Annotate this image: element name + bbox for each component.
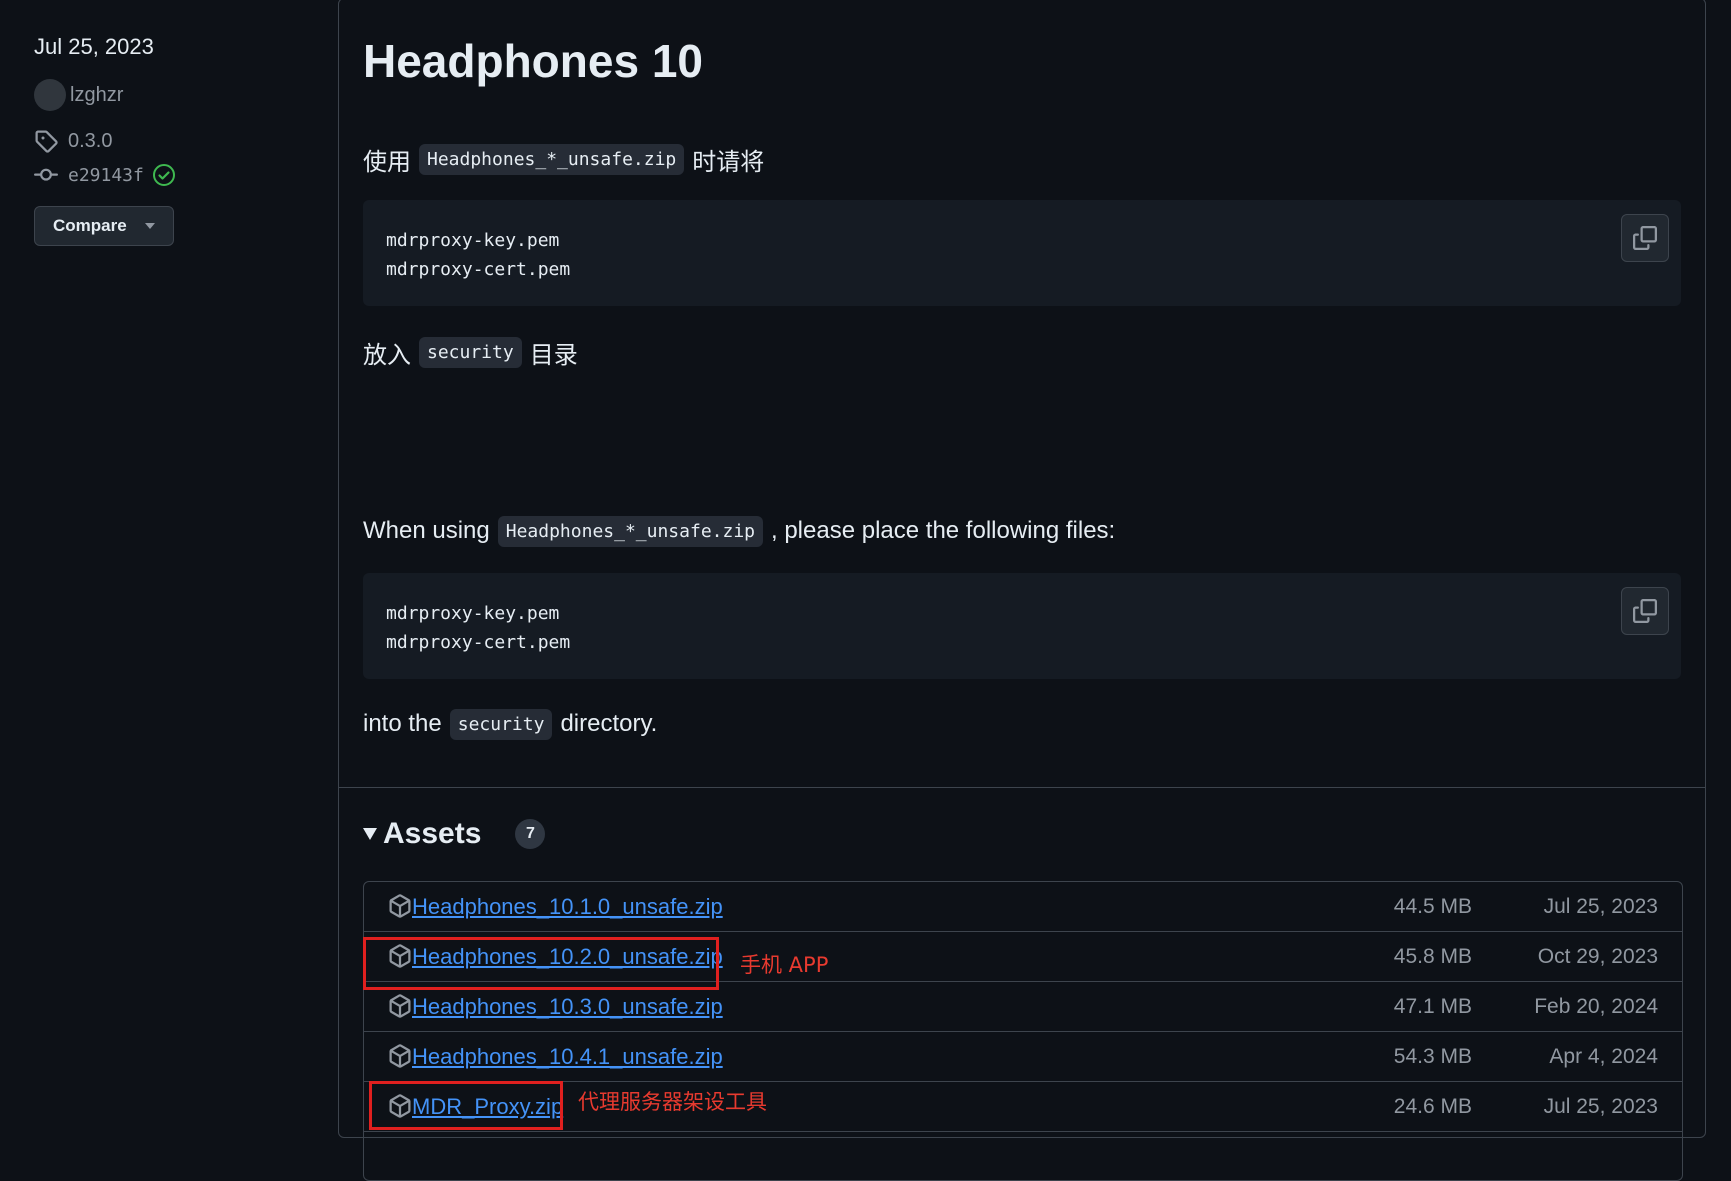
en-place-after: directory.	[560, 710, 658, 737]
asset-link[interactable]: Headphones_10.4.1_unsafe.zip	[412, 1044, 723, 1070]
annotation-box-phone-app	[363, 937, 719, 990]
inline-code: Headphones_*_unsafe.zip	[497, 515, 763, 547]
package-icon	[389, 1044, 411, 1068]
asset-row: Headphones_10.4.1_unsafe.zip 54.3 MB Apr…	[364, 1032, 1682, 1082]
asset-size: 47.1 MB	[1393, 994, 1472, 1018]
release-meta: Jul 25, 2023 lzghzr 0.3.0 e29143f Compar…	[34, 34, 324, 246]
triangle-down-icon	[363, 828, 377, 840]
inline-code: Headphones_*_unsafe.zip	[419, 143, 685, 175]
en-intro-before: When using	[363, 517, 490, 544]
annotation-box-proxy-tool	[369, 1081, 563, 1130]
asset-date: Oct 29, 2023	[1537, 944, 1658, 968]
en-intro: When using Headphones_*_unsafe.zip , ple…	[363, 514, 1115, 548]
copy-button[interactable]	[1621, 587, 1669, 635]
assets-title: Assets	[383, 817, 482, 850]
zh-intro: 使用 Headphones_*_unsafe.zip 时请将	[363, 142, 764, 176]
tag-row[interactable]: 0.3.0	[34, 124, 324, 158]
release-body: Headphones 10 使用 Headphones_*_unsafe.zip…	[363, 0, 1683, 740]
zh-place-after: 目录	[529, 341, 578, 369]
avatar[interactable]	[34, 79, 66, 111]
copy-icon	[1633, 599, 1657, 623]
code-line: mdrproxy-key.pem	[386, 230, 560, 251]
code-line: mdrproxy-key.pem	[386, 603, 560, 624]
verified-check-icon[interactable]	[152, 163, 176, 187]
asset-date: Jul 25, 2023	[1543, 894, 1658, 918]
code-block: mdrproxy-key.pem mdrproxy-cert.pem	[363, 573, 1681, 679]
asset-size: 54.3 MB	[1393, 1044, 1472, 1068]
author-row[interactable]: lzghzr	[34, 78, 324, 112]
asset-link[interactable]: Headphones_10.1.0_unsafe.zip	[412, 894, 723, 920]
asset-size: 44.5 MB	[1393, 894, 1472, 918]
divider	[339, 787, 1705, 788]
package-icon	[389, 894, 411, 918]
code-line: mdrproxy-cert.pem	[386, 632, 571, 653]
asset-link[interactable]: Headphones_10.3.0_unsafe.zip	[412, 994, 723, 1020]
zh-place-before: 放入	[363, 341, 411, 369]
commit-hash[interactable]: e29143f	[68, 165, 144, 186]
asset-date: Jul 25, 2023	[1543, 1094, 1658, 1118]
compare-label: Compare	[53, 216, 127, 235]
asset-row: Headphones_10.1.0_unsafe.zip 44.5 MB Jul…	[364, 882, 1682, 932]
asset-date: Feb 20, 2024	[1534, 994, 1658, 1018]
code-line: mdrproxy-cert.pem	[386, 259, 571, 280]
package-icon	[389, 994, 411, 1018]
annotation-proxy-tool: 代理服务器架设工具	[578, 1090, 767, 1114]
author-name[interactable]: lzghzr	[70, 84, 123, 107]
commit-icon	[34, 168, 58, 181]
release-date: Jul 25, 2023	[34, 34, 154, 59]
inline-code: security	[419, 336, 522, 368]
copy-button[interactable]	[1621, 214, 1669, 262]
asset-size: 45.8 MB	[1393, 944, 1472, 968]
asset-list: Headphones_10.1.0_unsafe.zip 44.5 MB Jul…	[363, 881, 1683, 1181]
assets-count-badge: 7	[515, 819, 546, 849]
zh-intro-after: 时请将	[692, 148, 765, 176]
en-place-before: into the	[363, 710, 442, 737]
asset-size: 24.6 MB	[1393, 1094, 1472, 1118]
copy-icon	[1633, 226, 1657, 250]
en-intro-after: , please place the following files:	[771, 517, 1116, 544]
assets-toggle[interactable]: Assets 7	[363, 817, 546, 851]
annotation-phone-app: 手机 APP	[740, 953, 829, 977]
chevron-down-icon	[144, 223, 155, 229]
compare-button[interactable]: Compare	[34, 206, 174, 246]
release-title[interactable]: Headphones 10	[363, 31, 1683, 91]
zh-intro-before: 使用	[363, 148, 411, 176]
en-place: into the security directory.	[363, 707, 657, 741]
tag-label[interactable]: 0.3.0	[68, 130, 112, 153]
zh-place: 放入 security 目录	[363, 335, 578, 369]
code-block: mdrproxy-key.pem mdrproxy-cert.pem	[363, 200, 1681, 306]
asset-date: Apr 4, 2024	[1549, 1044, 1658, 1068]
commit-row[interactable]: e29143f	[34, 158, 324, 192]
inline-code: security	[449, 708, 553, 740]
tag-icon	[35, 130, 58, 153]
